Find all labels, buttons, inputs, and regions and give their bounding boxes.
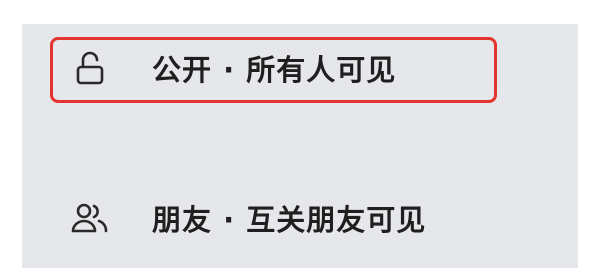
screenshot-frame: 公开 · 所有人可见 朋友 · 互关朋友可见: [0, 0, 600, 280]
visibility-menu: 公开 · 所有人可见 朋友 · 互关朋友可见: [22, 24, 578, 268]
unlock-icon: [66, 44, 114, 92]
option-public[interactable]: 公开 · 所有人可见: [22, 34, 578, 102]
option-friends-label: 朋友 · 互关朋友可见: [152, 203, 427, 237]
option-friends[interactable]: 朋友 · 互关朋友可见: [22, 184, 578, 252]
friends-icon: [66, 194, 114, 242]
option-public-label: 公开 · 所有人可见: [152, 53, 397, 87]
